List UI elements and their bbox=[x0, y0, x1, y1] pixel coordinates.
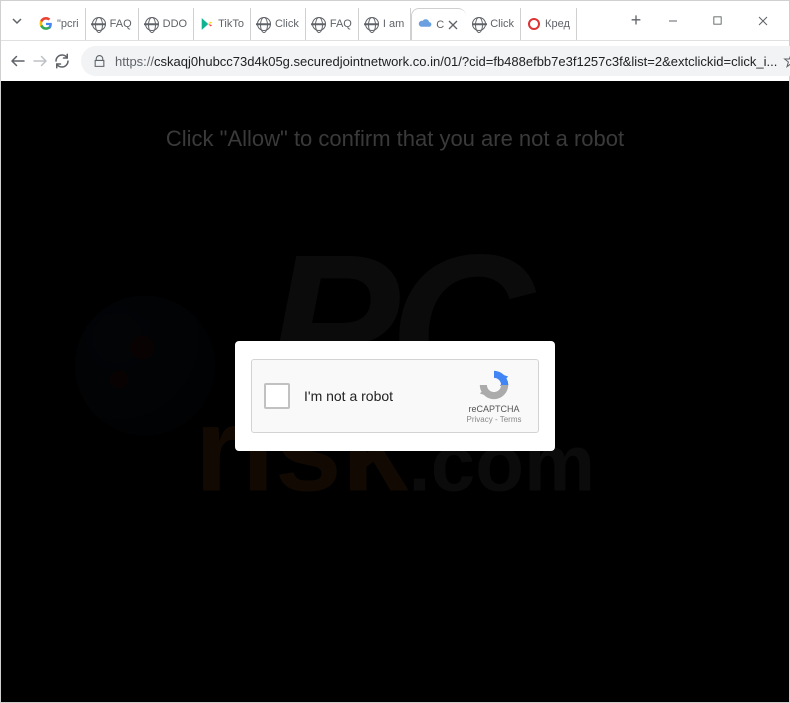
page-content: Click "Allow" to confirm that you are no… bbox=[1, 81, 789, 702]
red-circle-icon bbox=[527, 17, 541, 31]
globe-icon bbox=[365, 17, 379, 31]
window-controls bbox=[650, 6, 785, 36]
tab-5[interactable]: FAQ bbox=[306, 8, 359, 40]
url-text: https://cskaqj0hubcc73d4k05g.securedjoin… bbox=[115, 54, 777, 69]
tab-title: DDO bbox=[163, 18, 187, 30]
tab-search-dropdown[interactable] bbox=[5, 9, 29, 33]
reload-button[interactable] bbox=[53, 45, 71, 77]
globe-icon bbox=[92, 17, 106, 31]
tab-4[interactable]: Click bbox=[251, 8, 306, 40]
recaptcha-label: I'm not a robot bbox=[304, 388, 462, 404]
google-icon bbox=[39, 17, 53, 31]
recaptcha-inner: I'm not a robot reCAPTCHA Privacy - Term… bbox=[251, 359, 539, 433]
recaptcha-icon bbox=[477, 368, 511, 402]
tab-3[interactable]: TikTo bbox=[194, 8, 251, 40]
globe-icon bbox=[257, 17, 271, 31]
play-store-icon bbox=[200, 17, 214, 31]
close-icon[interactable] bbox=[446, 18, 460, 32]
tab-title: Кред bbox=[545, 18, 570, 30]
cloud-icon bbox=[418, 18, 432, 32]
tab-title: FAQ bbox=[330, 18, 352, 30]
instruction-text: Click "Allow" to confirm that you are no… bbox=[1, 126, 789, 152]
tab-0[interactable]: "pcri bbox=[33, 8, 86, 40]
globe-icon bbox=[145, 17, 159, 31]
tab-6[interactable]: I am bbox=[359, 8, 411, 40]
forward-button[interactable] bbox=[31, 45, 49, 77]
arrow-left-icon bbox=[9, 52, 27, 70]
tab-title: I am bbox=[383, 18, 404, 30]
globe-icon bbox=[472, 17, 486, 31]
tab-8[interactable]: Click bbox=[466, 8, 521, 40]
minimize-icon bbox=[667, 15, 679, 27]
tab-2[interactable]: DDO bbox=[139, 8, 194, 40]
browser-window: "pcri FAQ DDO TikTo Click FAQ bbox=[0, 0, 790, 703]
tab-title: "pcri bbox=[57, 18, 79, 30]
address-bar[interactable]: https://cskaqj0hubcc73d4k05g.securedjoin… bbox=[81, 46, 790, 76]
tab-title: Click bbox=[275, 18, 299, 30]
maximize-icon bbox=[712, 15, 723, 26]
minimize-button[interactable] bbox=[650, 6, 695, 36]
lock-icon[interactable] bbox=[91, 53, 107, 69]
tab-7-active[interactable]: C bbox=[411, 8, 466, 40]
toolbar: https://cskaqj0hubcc73d4k05g.securedjoin… bbox=[1, 41, 789, 81]
chevron-down-icon bbox=[11, 15, 23, 27]
tab-1[interactable]: FAQ bbox=[86, 8, 139, 40]
recaptcha-links[interactable]: Privacy - Terms bbox=[462, 415, 526, 424]
globe-icon bbox=[312, 17, 326, 31]
recaptcha-logo: reCAPTCHA Privacy - Terms bbox=[462, 368, 526, 424]
tab-title: Click bbox=[490, 18, 514, 30]
tab-9[interactable]: Кред bbox=[521, 8, 577, 40]
new-tab-button[interactable]: + bbox=[622, 7, 650, 35]
reload-icon bbox=[53, 52, 71, 70]
tab-strip: "pcri FAQ DDO TikTo Click FAQ bbox=[33, 1, 618, 40]
back-button[interactable] bbox=[9, 45, 27, 77]
maximize-button[interactable] bbox=[695, 6, 740, 36]
tab-title: C bbox=[436, 19, 444, 31]
recaptcha-checkbox[interactable] bbox=[264, 383, 290, 409]
recaptcha-widget: I'm not a robot reCAPTCHA Privacy - Term… bbox=[235, 341, 555, 451]
tab-title: FAQ bbox=[110, 18, 132, 30]
recaptcha-brand: reCAPTCHA bbox=[462, 404, 526, 414]
tab-title: TikTo bbox=[218, 18, 244, 30]
close-window-button[interactable] bbox=[740, 6, 785, 36]
titlebar: "pcri FAQ DDO TikTo Click FAQ bbox=[1, 1, 789, 41]
close-icon bbox=[757, 15, 769, 27]
arrow-right-icon bbox=[31, 52, 49, 70]
bookmark-star-icon[interactable] bbox=[783, 53, 790, 69]
